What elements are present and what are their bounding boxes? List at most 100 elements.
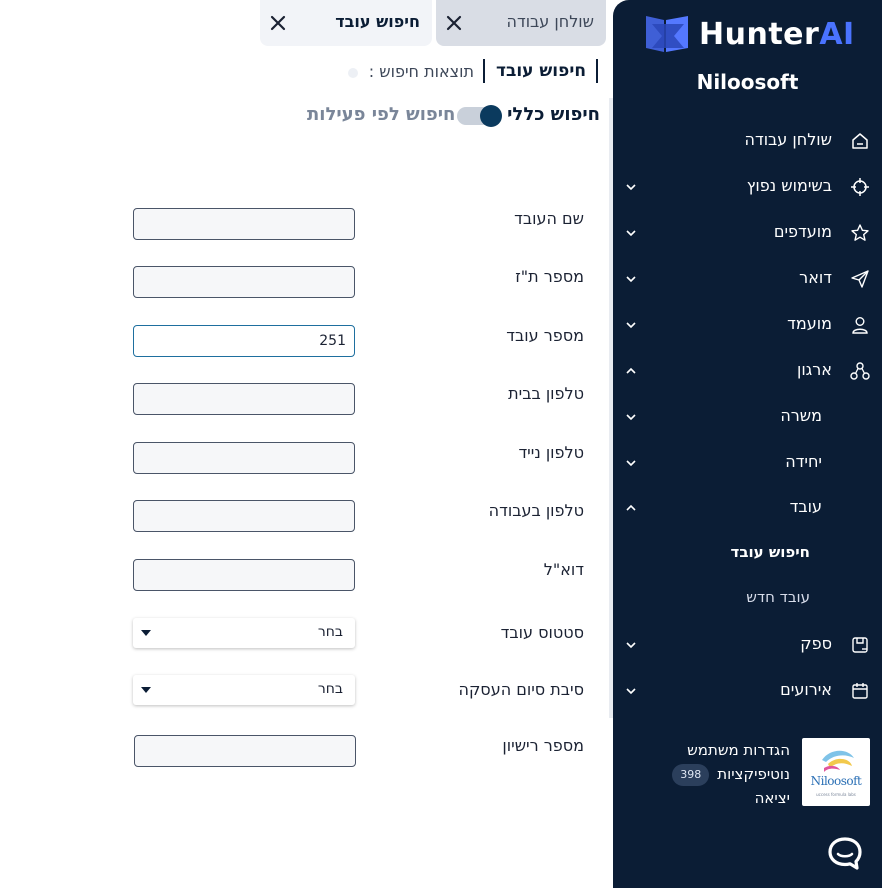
hunterai-logo[interactable]: HunterAI bbox=[644, 14, 854, 56]
sidebar-item-label: עובד חדש bbox=[746, 588, 810, 606]
employee-status-select[interactable]: בחר bbox=[133, 618, 355, 648]
crosshair-icon bbox=[851, 178, 869, 196]
home-phone-label: טלפון בבית bbox=[508, 384, 584, 403]
home-phone-row: טלפון בבית bbox=[130, 383, 590, 419]
sidebar-item-label: משרה bbox=[780, 406, 822, 425]
chevron-up-icon bbox=[626, 367, 636, 374]
user-settings-link[interactable]: הגדרות משתמש bbox=[672, 738, 790, 762]
company-name: Niloosoft bbox=[696, 70, 799, 94]
brand-main: Hunter bbox=[699, 17, 820, 52]
id-number-row: מספר ת"ז bbox=[130, 266, 590, 302]
sidebar-item-label: אירועים bbox=[780, 680, 832, 699]
tab-dashboard-label: שולחן עבודה bbox=[506, 12, 595, 31]
employee-number-row: מספר עובד bbox=[130, 325, 590, 361]
search-mode-toggle-row: חיפוש כללי חיפוש לפי פעילות bbox=[300, 100, 602, 132]
sidebar-item-employee[interactable]: עובד bbox=[613, 490, 882, 526]
email-input[interactable] bbox=[133, 559, 355, 591]
employee-status-value: בחר bbox=[317, 624, 343, 640]
sidebar-item-supplier[interactable]: ספק bbox=[613, 627, 882, 663]
sidebar-item-label: ספק bbox=[800, 634, 832, 653]
home-phone-input[interactable] bbox=[133, 383, 355, 415]
activity-search-label[interactable]: חיפוש לפי פעילות bbox=[307, 104, 455, 125]
employee-name-label: שם העובד bbox=[514, 209, 584, 228]
send-icon bbox=[851, 270, 869, 288]
sidebar-item-favorites[interactable]: מועדפים bbox=[613, 215, 882, 251]
tab-employee-search[interactable]: חיפוש עובד bbox=[260, 0, 432, 46]
chevron-down-icon bbox=[626, 230, 636, 237]
home-icon bbox=[852, 133, 868, 149]
org-icon bbox=[850, 362, 870, 380]
mobile-phone-row: טלפון נייד bbox=[130, 442, 590, 478]
sidebar-item-position[interactable]: משרה bbox=[613, 399, 882, 435]
sidebar-item-label: שולחן עבודה bbox=[744, 130, 833, 149]
general-search-label[interactable]: חיפוש כללי bbox=[507, 104, 600, 125]
id-number-label: מספר ת"ז bbox=[515, 267, 584, 286]
sidebar-item-frequent[interactable]: בשימוש נפוץ bbox=[613, 169, 882, 205]
sidebar-item-label: דואר bbox=[799, 268, 832, 287]
work-phone-input[interactable] bbox=[133, 500, 355, 532]
chevron-down-icon bbox=[626, 184, 636, 191]
close-icon[interactable] bbox=[446, 15, 462, 31]
sidebar-item-label: בשימוש נפוץ bbox=[746, 176, 832, 195]
termination-reason-row: סיבת סיום העסקה בחר bbox=[130, 675, 590, 711]
notifications-label: נוטיפיקציות bbox=[717, 765, 790, 783]
employee-number-input[interactable] bbox=[133, 325, 355, 357]
sidebar-item-label: מועדפים bbox=[773, 222, 832, 241]
termination-reason-select[interactable]: בחר bbox=[133, 675, 355, 705]
subtab-divider bbox=[596, 59, 598, 83]
sidebar-item-new-employee[interactable]: עובד חדש bbox=[613, 581, 882, 617]
tab-dashboard[interactable]: שולחן עבודה bbox=[436, 0, 606, 46]
license-number-label: מספר רישיון bbox=[502, 736, 584, 755]
brand-name: HunterAI bbox=[699, 17, 855, 52]
switch-knob bbox=[480, 105, 502, 127]
sidebar-item-organization[interactable]: ארגון bbox=[613, 353, 882, 389]
logo-mark-icon bbox=[646, 16, 688, 52]
sidebar-item-label: ארגון bbox=[796, 360, 832, 379]
user-links: הגדרות משתמש נוטיפיקציות 398 יציאה bbox=[672, 738, 790, 810]
star-icon bbox=[851, 224, 869, 241]
close-icon[interactable] bbox=[270, 15, 286, 31]
sidebar-item-mail[interactable]: דואר bbox=[613, 261, 882, 297]
employee-status-row: סטטוס עובד בחר bbox=[130, 618, 590, 654]
mobile-phone-input[interactable] bbox=[133, 442, 355, 474]
chevron-down-icon bbox=[626, 460, 636, 467]
chevron-down-icon bbox=[626, 414, 636, 421]
subtabs: חיפוש עובד תוצאות חיפוש : bbox=[345, 58, 598, 86]
employee-name-input[interactable] bbox=[133, 208, 355, 240]
email-row: דוא"ל bbox=[130, 559, 590, 595]
notifications-count-badge: 398 bbox=[672, 763, 710, 786]
id-number-input[interactable] bbox=[133, 266, 355, 298]
license-number-input[interactable] bbox=[134, 735, 356, 767]
company-logo[interactable]: Niloosoft uccess formula labs bbox=[802, 738, 870, 806]
sidebar-item-unit[interactable]: יחידה bbox=[613, 445, 882, 481]
chevron-down-icon bbox=[626, 642, 636, 649]
logout-link[interactable]: יציאה bbox=[672, 786, 790, 810]
sidebar-item-employee-search[interactable]: חיפוש עובד bbox=[613, 536, 882, 572]
sidebar-item-label: יחידה bbox=[785, 452, 822, 471]
company-logo-tagline: uccess formula labs bbox=[816, 792, 856, 797]
search-mode-switch[interactable] bbox=[457, 105, 502, 127]
email-label: דוא"ל bbox=[543, 560, 584, 579]
dropdown-arrow-icon bbox=[141, 630, 151, 636]
subtab-results[interactable]: תוצאות חיפוש : bbox=[369, 62, 474, 81]
user-icon bbox=[852, 317, 868, 334]
sidebar-item-candidate[interactable]: מועמד bbox=[613, 307, 882, 343]
work-phone-row: טלפון בעבודה bbox=[130, 500, 590, 536]
mobile-phone-label: טלפון נייד bbox=[518, 443, 584, 462]
user-panel: Niloosoft uccess formula labs הגדרות משת… bbox=[613, 730, 882, 820]
sidebar-item-label: מועמד bbox=[787, 314, 832, 333]
chevron-down-icon bbox=[626, 276, 636, 283]
subtab-search[interactable]: חיפוש עובד bbox=[496, 61, 586, 81]
notifications-link[interactable]: נוטיפיקציות 398 bbox=[672, 762, 790, 786]
employee-name-row: שם העובד bbox=[130, 208, 590, 244]
calendar-icon bbox=[852, 683, 868, 699]
chevron-down-icon bbox=[626, 322, 636, 329]
brand-accent: AI bbox=[819, 17, 855, 52]
chat-icon[interactable] bbox=[827, 836, 863, 872]
company-logo-text: Niloosoft bbox=[810, 774, 862, 788]
sidebar-item-dashboard[interactable]: שולחן עבודה bbox=[613, 123, 882, 159]
results-count-indicator bbox=[348, 68, 358, 78]
subtab-divider bbox=[483, 59, 485, 83]
sidebar-item-events[interactable]: אירועים bbox=[613, 673, 882, 709]
sidebar-item-label: עובד bbox=[789, 497, 822, 516]
